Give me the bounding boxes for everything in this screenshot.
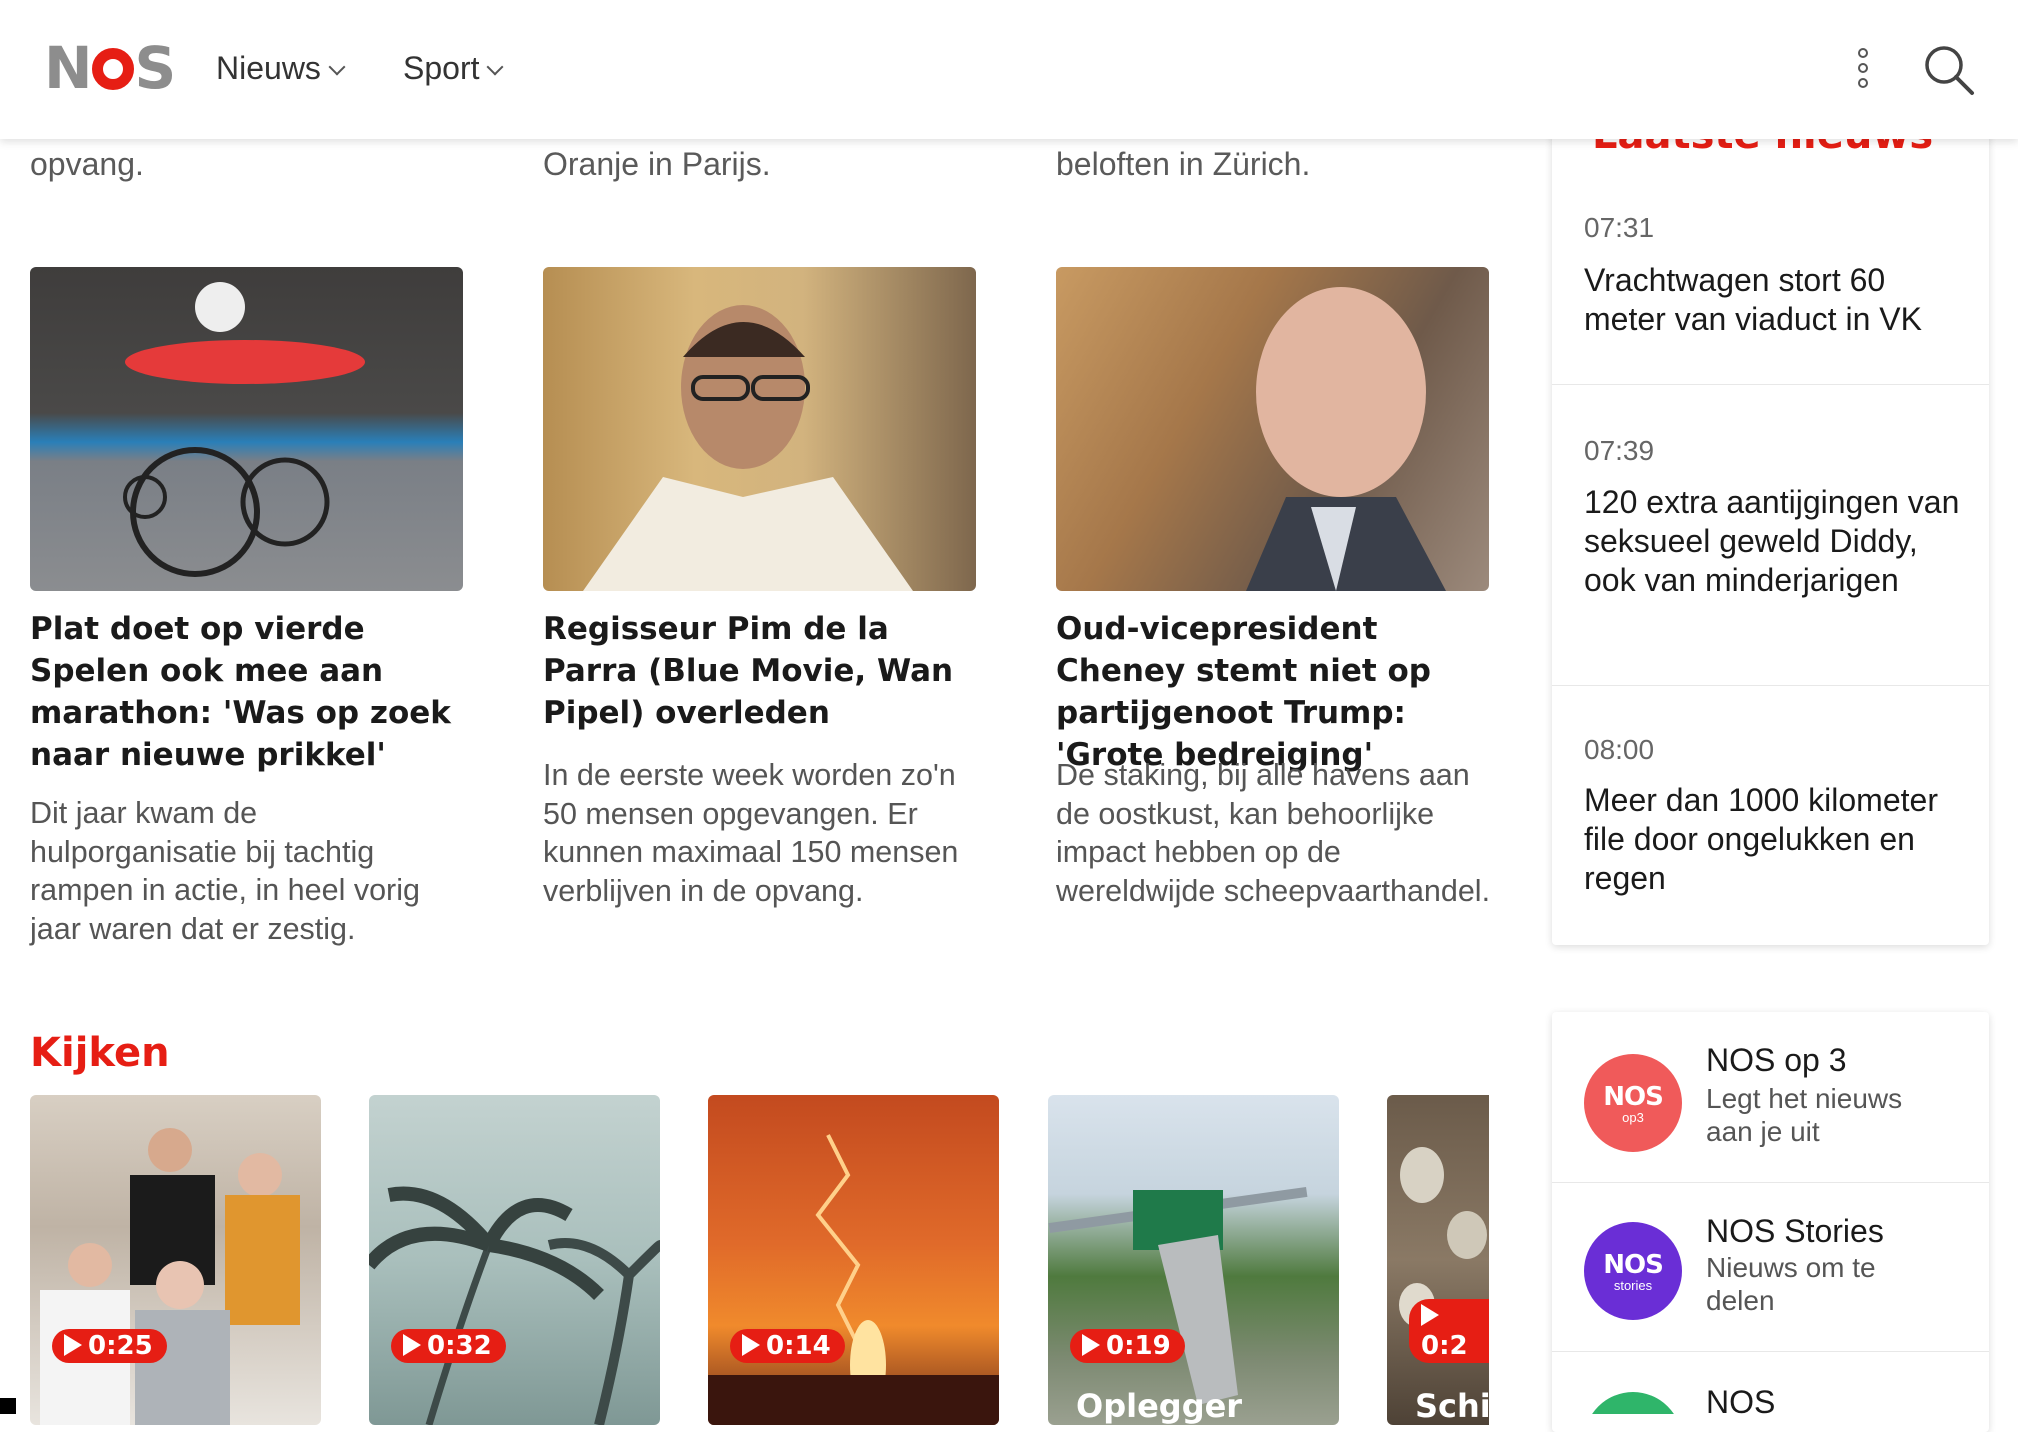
video-thumbnail[interactable]: 0:14 bbox=[708, 1095, 999, 1425]
chevron-down-icon bbox=[486, 58, 504, 76]
app-link-nos-stories[interactable]: NOS stories NOS Stories Nieuws om te dele… bbox=[1552, 1183, 1989, 1352]
chevron-down-icon bbox=[328, 58, 346, 76]
video-duration-badge: 0:14 bbox=[730, 1329, 845, 1363]
video-duration-badge: 0:32 bbox=[391, 1329, 506, 1363]
latest-news-item[interactable]: 08:00 Meer dan 1000 kilometer file door … bbox=[1552, 686, 1989, 944]
latest-news-text: Vrachtwagen stort 60 meter van viaduct i… bbox=[1584, 262, 1922, 337]
article-title[interactable]: Regisseur Pim de la Parra (Blue Movie, W… bbox=[543, 608, 983, 734]
latest-news-time: 07:31 bbox=[1584, 212, 1655, 243]
latest-news-time: 08:00 bbox=[1584, 734, 1655, 765]
section-title-kijken[interactable]: Kijken bbox=[30, 1030, 170, 1076]
nav-sport-label: Sport bbox=[403, 50, 480, 86]
play-icon bbox=[403, 1334, 421, 1356]
latest-news-item[interactable]: 07:39 120 extra aantijgingen van seksuee… bbox=[1552, 385, 1989, 686]
video-duration-badge: 0:2 bbox=[1409, 1299, 1489, 1363]
site-header: NS Nieuws Sport bbox=[0, 0, 2018, 139]
search-icon[interactable] bbox=[1923, 44, 1975, 96]
video-caption: Oplegger bbox=[1076, 1387, 1243, 1425]
video-thumbnail[interactable]: 0:32 bbox=[369, 1095, 660, 1425]
nos-logo[interactable]: NS bbox=[44, 38, 176, 98]
article-fragment: opvang. bbox=[30, 146, 144, 182]
article-fragment: Oranje in Parijs. bbox=[543, 146, 771, 182]
nav-nieuws-label: Nieuws bbox=[216, 50, 321, 86]
article-title[interactable]: Oud-vicepresident Cheney stemt niet op p… bbox=[1056, 608, 1496, 776]
video-thumbnail[interactable]: 0:25 bbox=[30, 1095, 321, 1425]
play-icon bbox=[1082, 1334, 1100, 1356]
play-icon bbox=[64, 1334, 82, 1356]
article-image[interactable] bbox=[543, 267, 976, 591]
window-corner bbox=[0, 1398, 16, 1414]
nav-sport[interactable]: Sport bbox=[403, 50, 504, 87]
article-description: In de eerste week worden zo'n 50 mensen … bbox=[543, 758, 959, 908]
app-link-nos-op-3[interactable]: NOS op3 NOS op 3 Legt het nieuws aan je u… bbox=[1552, 1012, 1989, 1183]
nos-stories-logo-icon: NOS stories bbox=[1584, 1222, 1682, 1320]
app-link-nos[interactable]: NOS bbox=[1552, 1352, 1989, 1414]
nos-op3-logo-icon: NOS op3 bbox=[1584, 1054, 1682, 1152]
play-icon bbox=[1421, 1304, 1439, 1326]
app-name: NOS Stories bbox=[1706, 1213, 1884, 1249]
article-title[interactable]: Plat doet op vierde Spelen ook mee aan m… bbox=[30, 608, 470, 776]
play-icon bbox=[742, 1334, 760, 1356]
app-name: NOS op 3 bbox=[1706, 1042, 1847, 1078]
latest-news-text: Meer dan 1000 kilometer file door ongelu… bbox=[1584, 782, 1938, 896]
article-description: Dit jaar kwam de hulporganisatie bij tac… bbox=[30, 796, 420, 946]
article-image[interactable] bbox=[1056, 267, 1489, 591]
app-name: NOS bbox=[1706, 1384, 1776, 1414]
app-tagline: Legt het nieuws aan je uit bbox=[1706, 1083, 1903, 1147]
nos-app-logo-icon bbox=[1584, 1392, 1682, 1414]
latest-news-time: 07:39 bbox=[1584, 435, 1655, 466]
nav-nieuws[interactable]: Nieuws bbox=[216, 50, 346, 87]
more-options-icon[interactable] bbox=[1858, 48, 1872, 98]
article-fragment: beloften in Zürich. bbox=[1056, 146, 1311, 182]
article-image[interactable] bbox=[30, 267, 463, 591]
app-tagline: Nieuws om te delen bbox=[1706, 1252, 1876, 1316]
latest-news-text: 120 extra aantijgingen van seksueel gewe… bbox=[1584, 484, 1960, 598]
video-thumbnail[interactable]: 0:2 Schil bbox=[1387, 1095, 1489, 1425]
video-duration-badge: 0:25 bbox=[52, 1329, 167, 1363]
latest-news-item[interactable]: 07:31 Vrachtwagen stort 60 meter van via… bbox=[1552, 185, 1989, 385]
video-thumbnail[interactable]: 0:19 Oplegger bbox=[1048, 1095, 1339, 1425]
video-duration-badge: 0:19 bbox=[1070, 1329, 1185, 1363]
article-description: De staking, bij alle havens aan de oostk… bbox=[1056, 758, 1491, 908]
video-caption: Schil bbox=[1415, 1387, 1489, 1425]
